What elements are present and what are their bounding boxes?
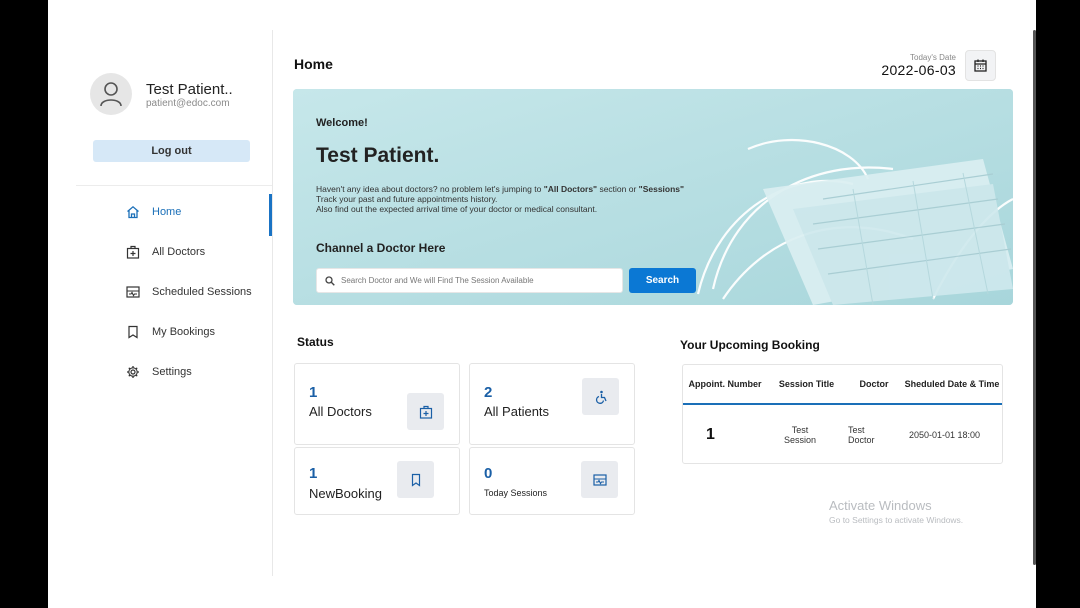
table-header-doctor: Doctor xyxy=(846,365,902,405)
channel-doctor-heading: Channel a Doctor Here xyxy=(316,241,446,255)
bookmark-icon xyxy=(411,473,420,487)
home-icon xyxy=(127,205,139,219)
profile-name: Test Patient.. xyxy=(146,81,233,98)
stat-label: All Doctors xyxy=(309,404,372,419)
description-line-1: Haven't any idea about doctors? no probl… xyxy=(316,184,685,194)
stat-card-all-patients: 2 All Patients xyxy=(469,363,635,445)
sidebar-item-all-doctors[interactable]: All Doctors xyxy=(48,234,272,270)
activate-windows-subtitle: Go to Settings to activate Windows. xyxy=(829,515,964,525)
sidebar-item-label: All Doctors xyxy=(152,246,206,258)
stat-label: All Patients xyxy=(484,404,550,419)
activate-windows-title: Activate Windows xyxy=(829,498,932,513)
date-caption: Today's Date xyxy=(910,53,956,62)
stat-value: 1 xyxy=(309,384,318,401)
welcome-banner: Welcome! Test Patient. Haven't any idea … xyxy=(293,89,1013,305)
stat-icon-box xyxy=(407,393,444,430)
welcome-description: Haven't any idea about doctors? no probl… xyxy=(316,184,836,215)
user-icon xyxy=(100,82,122,107)
medical-bag-icon xyxy=(126,245,140,259)
stat-card-all-doctors: 1 All Doctors xyxy=(294,363,460,445)
profile-email: patient@edoc.com xyxy=(146,98,230,109)
stat-card-new-booking: 1 NewBooking xyxy=(294,447,460,515)
status-heading: Status xyxy=(297,335,334,349)
sidebar-item-scheduled-sessions[interactable]: Scheduled Sessions xyxy=(48,274,272,310)
sidebar-item-label: Scheduled Sessions xyxy=(152,286,252,298)
all-doctors-link[interactable]: "All Doctors" xyxy=(544,184,597,194)
doctor-search-field[interactable] xyxy=(316,268,623,293)
scrollbar[interactable] xyxy=(1033,30,1036,565)
sessions-icon xyxy=(592,473,607,486)
welcome-patient-name: Test Patient. xyxy=(316,144,440,167)
sidebar-item-settings[interactable]: Settings xyxy=(48,354,272,390)
upcoming-booking-heading: Your Upcoming Booking xyxy=(680,338,820,352)
app-window: Test Patient.. patient@edoc.com Log out … xyxy=(48,0,1036,608)
welcome-label: Welcome! xyxy=(316,117,368,129)
sidebar-item-my-bookings[interactable]: My Bookings xyxy=(48,314,272,350)
bookmark-icon xyxy=(128,325,138,339)
stat-icon-box xyxy=(397,461,434,498)
wheelchair-icon xyxy=(595,390,607,404)
stat-icon-box xyxy=(582,378,619,415)
stat-value: 1 xyxy=(309,465,318,482)
table-header-appoint-number: Appoint. Number xyxy=(683,365,767,405)
calendar-button[interactable] xyxy=(965,50,996,81)
stat-value: 2 xyxy=(484,384,493,401)
search-input[interactable] xyxy=(341,276,611,285)
date-value: 2022-06-03 xyxy=(881,62,956,78)
search-icon xyxy=(325,275,335,286)
logout-button[interactable]: Log out xyxy=(93,140,250,162)
appointment-number: 1 xyxy=(706,426,715,443)
sessions-link[interactable]: "Sessions" xyxy=(639,184,684,194)
search-button[interactable]: Search xyxy=(629,268,696,293)
sidebar-item-label: Settings xyxy=(152,366,192,378)
table-header-scheduled-date: Sheduled Date & Time xyxy=(902,365,1002,405)
description-line-2: Track your past and future appointments … xyxy=(316,194,498,205)
stat-label: Today Sessions xyxy=(484,488,548,498)
sessions-icon xyxy=(126,286,140,298)
sidebar-item-home[interactable]: Home xyxy=(48,194,272,236)
stat-card-today-sessions: 0 Today Sessions xyxy=(469,447,635,515)
doctor-name: Test Doctor xyxy=(848,425,875,445)
sidebar: Test Patient.. patient@edoc.com Log out … xyxy=(48,0,272,576)
stat-value: 0 xyxy=(484,465,493,482)
session-title: Test Session xyxy=(783,425,817,445)
upcoming-booking-table: Appoint. Number Session Title Doctor She… xyxy=(682,364,1003,464)
stat-icon-box xyxy=(581,461,618,498)
sidebar-item-label: Home xyxy=(152,206,182,218)
scheduled-datetime: 2050-01-01 18:00 xyxy=(909,430,981,440)
table-header-session-title: Session Title xyxy=(767,365,846,405)
profile-divider xyxy=(76,185,272,186)
sidebar-item-label: My Bookings xyxy=(152,326,215,338)
description-line-3: Also find out the expected arrival time … xyxy=(316,204,598,215)
avatar xyxy=(90,73,132,115)
page-title: Home xyxy=(294,56,333,72)
stat-label: NewBooking xyxy=(309,486,382,501)
sidebar-divider xyxy=(272,30,273,576)
calendar-icon xyxy=(974,59,987,72)
medical-bag-icon xyxy=(419,405,432,419)
gear-icon xyxy=(127,366,139,378)
